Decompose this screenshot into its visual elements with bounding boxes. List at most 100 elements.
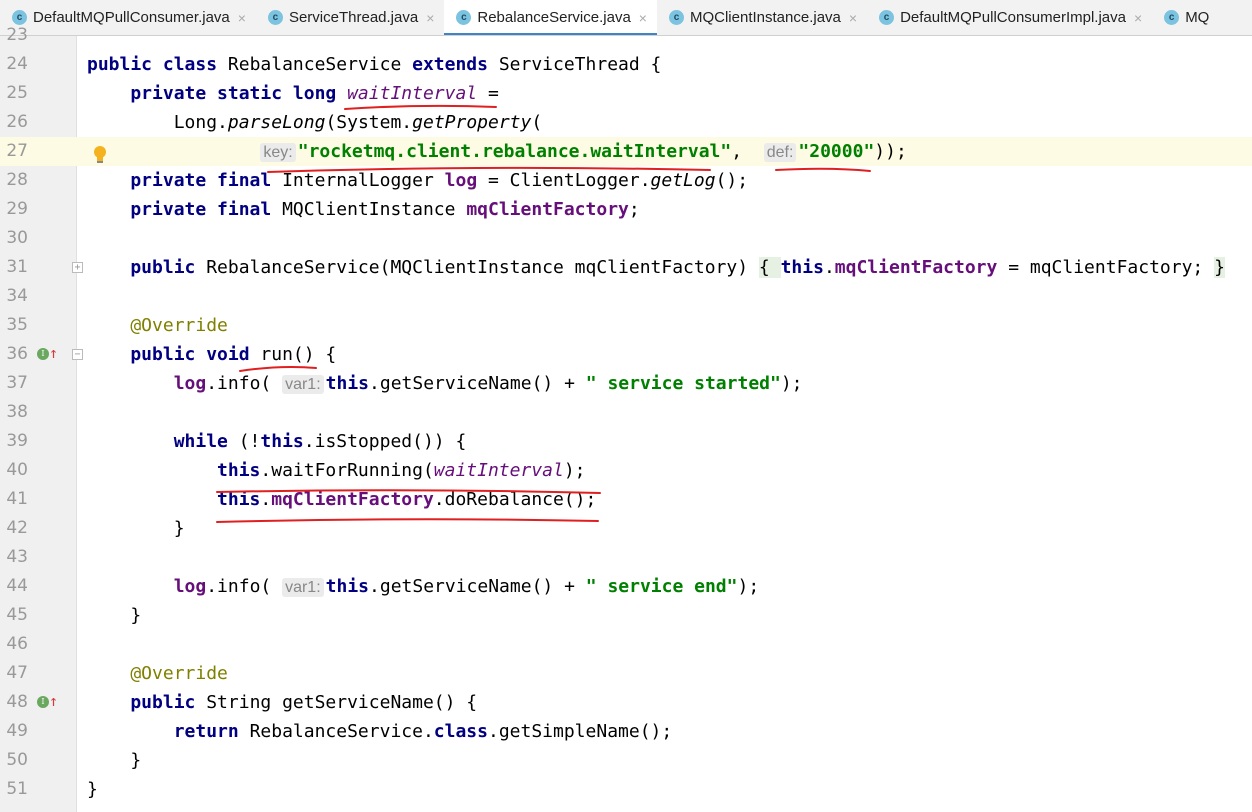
code-line: 26 Long.parseLong(System.getProperty( — [0, 108, 1252, 137]
line-number: 25 — [6, 83, 28, 103]
implements-method-icon[interactable]: I — [37, 696, 49, 708]
overrides-arrow-icon[interactable]: ↑ — [49, 691, 58, 711]
parameter-hint: def: — [763, 143, 797, 162]
code-token: " service end" — [585, 576, 738, 597]
code-text: Long.parseLong(System.getProperty( — [87, 108, 543, 137]
code-token: getProperty — [412, 112, 532, 133]
code-token: Long. — [87, 112, 228, 133]
code-token: this — [87, 460, 261, 481]
code-token: getLog — [650, 170, 716, 191]
code-text: } — [87, 746, 141, 775]
code-token: parseLong — [227, 112, 326, 133]
line-number: 35 — [6, 315, 28, 335]
code-text: private final InternalLogger log = Clien… — [87, 166, 748, 195]
code-token: private final — [87, 170, 283, 191]
code-line: 28 private final InternalLogger log = Cl… — [0, 166, 1252, 195]
code-line: 47 @Override — [0, 659, 1252, 688]
code-token: , — [731, 141, 764, 162]
code-token: while — [87, 431, 239, 452]
line-number: 29 — [6, 199, 28, 219]
code-text: log.info( var1: this.getServiceName() + "… — [87, 572, 759, 602]
code-token: } — [87, 605, 142, 626]
code-line: 24 public class RebalanceService extends … — [0, 50, 1252, 79]
code-text: private final MQClientInstance mqClientF… — [87, 195, 640, 224]
code-line: 38 — [0, 398, 1252, 427]
code-line: 46 — [0, 630, 1252, 659]
line-number: 36 — [6, 344, 28, 364]
code-token: public void — [87, 344, 261, 365]
code-token: { — [758, 257, 781, 278]
line-number: 23 — [6, 25, 28, 45]
code-token: . — [260, 489, 272, 510]
code-token: public class — [87, 54, 228, 75]
code-line: 29 private final MQClientInstance mqClie… — [0, 195, 1252, 224]
code-token: this — [325, 373, 370, 394]
code-token: @Override — [87, 663, 228, 684]
code-line: 51} — [0, 775, 1252, 804]
code-editor[interactable]: 23 24 public class RebalanceService extend… — [0, 25, 1252, 804]
line-number: 43 — [6, 547, 28, 567]
code-line: 43 — [0, 543, 1252, 572]
code-text: return RebalanceService.class.getSimpleN… — [87, 717, 673, 746]
code-token: class — [433, 721, 488, 742]
code-token: run() { — [260, 344, 337, 365]
line-number: 45 — [6, 605, 28, 625]
parameter-hint: var1: — [282, 375, 324, 394]
code-token: this — [325, 576, 370, 597]
code-token: = ClientLogger. — [477, 170, 651, 191]
code-token: public — [87, 257, 207, 278]
line-number: 39 — [6, 431, 28, 451]
code-line: 37 log.info( var1: this.getServiceName() … — [0, 369, 1252, 398]
fold-toggle-icon[interactable]: + — [72, 262, 83, 273]
code-line: 44 log.info( var1: this.getServiceName() … — [0, 572, 1252, 601]
code-token: public — [87, 692, 207, 713]
code-token: RebalanceService(MQClientInstance mqClie… — [206, 257, 759, 278]
line-number: 38 — [6, 402, 28, 422]
overrides-arrow-icon[interactable]: ↑ — [49, 343, 58, 363]
parameter-hint: key: — [260, 143, 296, 162]
line-number: 26 — [6, 112, 28, 132]
code-token: this — [260, 431, 304, 452]
line-number: 34 — [6, 286, 28, 306]
code-token: MQClientInstance — [282, 199, 467, 220]
code-token: ); — [780, 373, 803, 394]
code-token: } — [87, 779, 98, 800]
code-token: waitInterval — [347, 83, 478, 104]
code-token: log — [87, 576, 207, 597]
code-token: log — [444, 170, 478, 191]
code-line: 34 — [0, 282, 1252, 311]
code-token: . — [823, 257, 835, 278]
code-line: 41 this.mqClientFactory.doRebalance(); — [0, 485, 1252, 514]
code-line: 30 — [0, 224, 1252, 253]
code-line: 36 I ↑ − public void run() { — [0, 340, 1252, 369]
code-token: ); — [563, 460, 586, 481]
line-number: 42 — [6, 518, 28, 538]
line-number: 48 — [6, 692, 28, 712]
code-line: 48 I ↑ public String getServiceName() { — [0, 688, 1252, 717]
code-token: private static long — [87, 83, 348, 104]
code-token: "20000" — [798, 141, 875, 162]
line-number: 50 — [6, 750, 28, 770]
line-number: 30 — [6, 228, 28, 248]
code-token: } — [87, 518, 185, 539]
code-token: ; — [628, 199, 640, 220]
code-token: mqClientFactory — [834, 257, 998, 278]
line-number: 44 — [6, 576, 28, 596]
code-line: 45 } — [0, 601, 1252, 630]
parameter-hint: var1: — [282, 578, 324, 597]
code-token: this — [87, 489, 261, 510]
line-number: 31 — [6, 257, 28, 277]
code-line: 27 key: "rocketmq.client.rebalance.waitIn… — [0, 137, 1252, 166]
code-token: return — [87, 721, 250, 742]
code-text: public class RebalanceService extends Se… — [87, 50, 661, 79]
code-text: key: "rocketmq.client.rebalance.waitInter… — [87, 137, 907, 167]
code-text: } — [87, 601, 141, 630]
code-token: " service started" — [585, 373, 781, 394]
code-line: 35 @Override — [0, 311, 1252, 340]
implements-method-icon[interactable]: I — [37, 348, 49, 360]
code-token: ); — [737, 576, 760, 597]
line-number: 40 — [6, 460, 28, 480]
code-text: } — [87, 775, 98, 804]
code-token: ( — [531, 112, 543, 133]
fold-toggle-icon[interactable]: − — [72, 349, 83, 360]
